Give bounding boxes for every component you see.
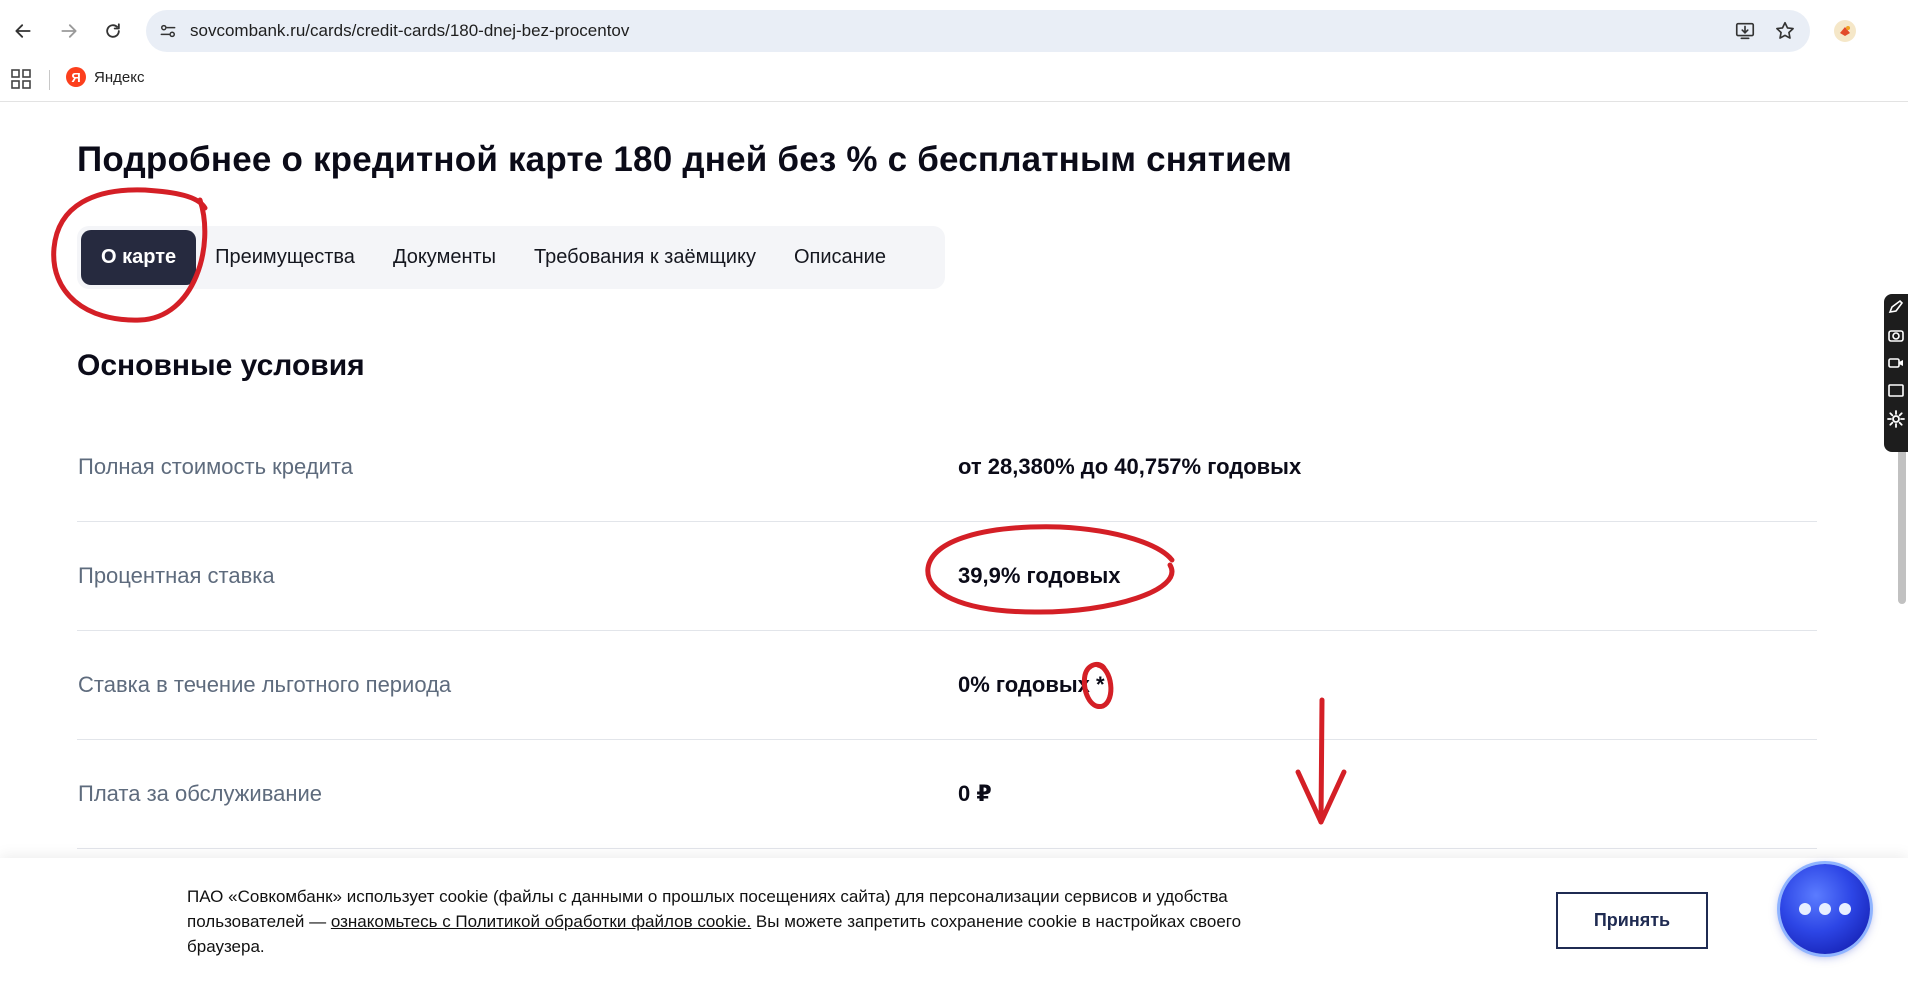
condition-row: Полная стоимость кредита от 28,380% до 4… xyxy=(77,413,1817,522)
chat-dot-icon xyxy=(1839,903,1851,915)
card-tabs: О карте Преимущества Документы Требовани… xyxy=(77,226,945,289)
window-icon[interactable] xyxy=(1887,382,1905,400)
condition-row: Ставка в течение льготного периода 0% го… xyxy=(77,631,1817,740)
gear-icon[interactable] xyxy=(1887,410,1905,428)
section-title: Основные условия xyxy=(77,349,365,382)
pen-icon[interactable] xyxy=(1887,298,1905,316)
condition-label: Плата за обслуживание xyxy=(78,781,323,806)
condition-value: 39,9% годовых xyxy=(958,563,1121,588)
page-title: Подробнее о кредитной карте 180 дней без… xyxy=(77,140,1293,179)
camera-icon[interactable] xyxy=(1887,326,1905,344)
bookmark-label: Яндекс xyxy=(94,68,145,86)
address-bar[interactable]: sovcombank.ru/cards/credit-cards/180-dne… xyxy=(146,10,1810,52)
condition-label: Полная стоимость кредита xyxy=(78,454,353,479)
bookmark-star-icon[interactable] xyxy=(1774,20,1796,47)
condition-value: 0 ₽ xyxy=(958,781,992,806)
condition-value: от 28,380% до 40,757% годовых xyxy=(958,454,1302,479)
yandex-logo-icon: Я xyxy=(66,67,86,87)
scrollbar-thumb[interactable] xyxy=(1898,434,1906,604)
forward-button[interactable] xyxy=(52,14,86,48)
cookie-banner: ПАО «Совкомбанк» использует cookie (файл… xyxy=(0,858,1908,984)
bookmarks-separator xyxy=(49,70,50,90)
arrow-left-icon xyxy=(15,24,31,38)
reload-icon xyxy=(106,23,120,38)
extension-icon[interactable] xyxy=(1828,14,1862,48)
screenshot-toolbar xyxy=(1884,294,1908,452)
cookie-policy-link[interactable]: ознакомьтесь с Политикой обработки файло… xyxy=(331,912,751,931)
condition-label: Ставка в течение льготного периода xyxy=(78,672,452,697)
tab-about-card[interactable]: О карте xyxy=(81,230,197,285)
chat-dot-icon xyxy=(1799,903,1811,915)
url-text: sovcombank.ru/cards/credit-cards/180-dne… xyxy=(190,21,630,40)
install-app-icon[interactable] xyxy=(1734,20,1756,47)
apps-grid-icon[interactable] xyxy=(10,68,32,90)
accept-cookie-button[interactable]: Принять xyxy=(1556,892,1708,949)
condition-row: Процентная ставка 39,9% годовых xyxy=(77,522,1817,631)
chat-dot-icon xyxy=(1819,903,1831,915)
tab-requirements[interactable]: Требования к заёмщику xyxy=(515,230,775,285)
bookmark-yandex[interactable]: Я Яндекс xyxy=(66,67,144,87)
tab-description[interactable]: Описание xyxy=(775,230,905,285)
condition-value: 0% годовых * xyxy=(958,672,1105,697)
tab-documents[interactable]: Документы xyxy=(374,230,515,285)
reload-button[interactable] xyxy=(96,14,130,48)
condition-row: Плата за обслуживание 0 ₽ xyxy=(77,740,1817,849)
site-info-icon[interactable] xyxy=(158,21,178,41)
video-icon[interactable] xyxy=(1887,354,1905,372)
arrow-right-icon xyxy=(61,24,77,38)
condition-label: Процентная ставка xyxy=(78,563,275,588)
tab-advantages[interactable]: Преимущества xyxy=(196,230,374,285)
back-button[interactable] xyxy=(6,14,40,48)
bookmarks-bar: Я Яндекс xyxy=(0,62,1908,102)
chat-assistant-button[interactable] xyxy=(1780,864,1870,954)
browser-toolbar: sovcombank.ru/cards/credit-cards/180-dne… xyxy=(0,0,1908,62)
cookie-notice-text: ПАО «Совкомбанк» использует cookie (файл… xyxy=(187,884,1317,959)
